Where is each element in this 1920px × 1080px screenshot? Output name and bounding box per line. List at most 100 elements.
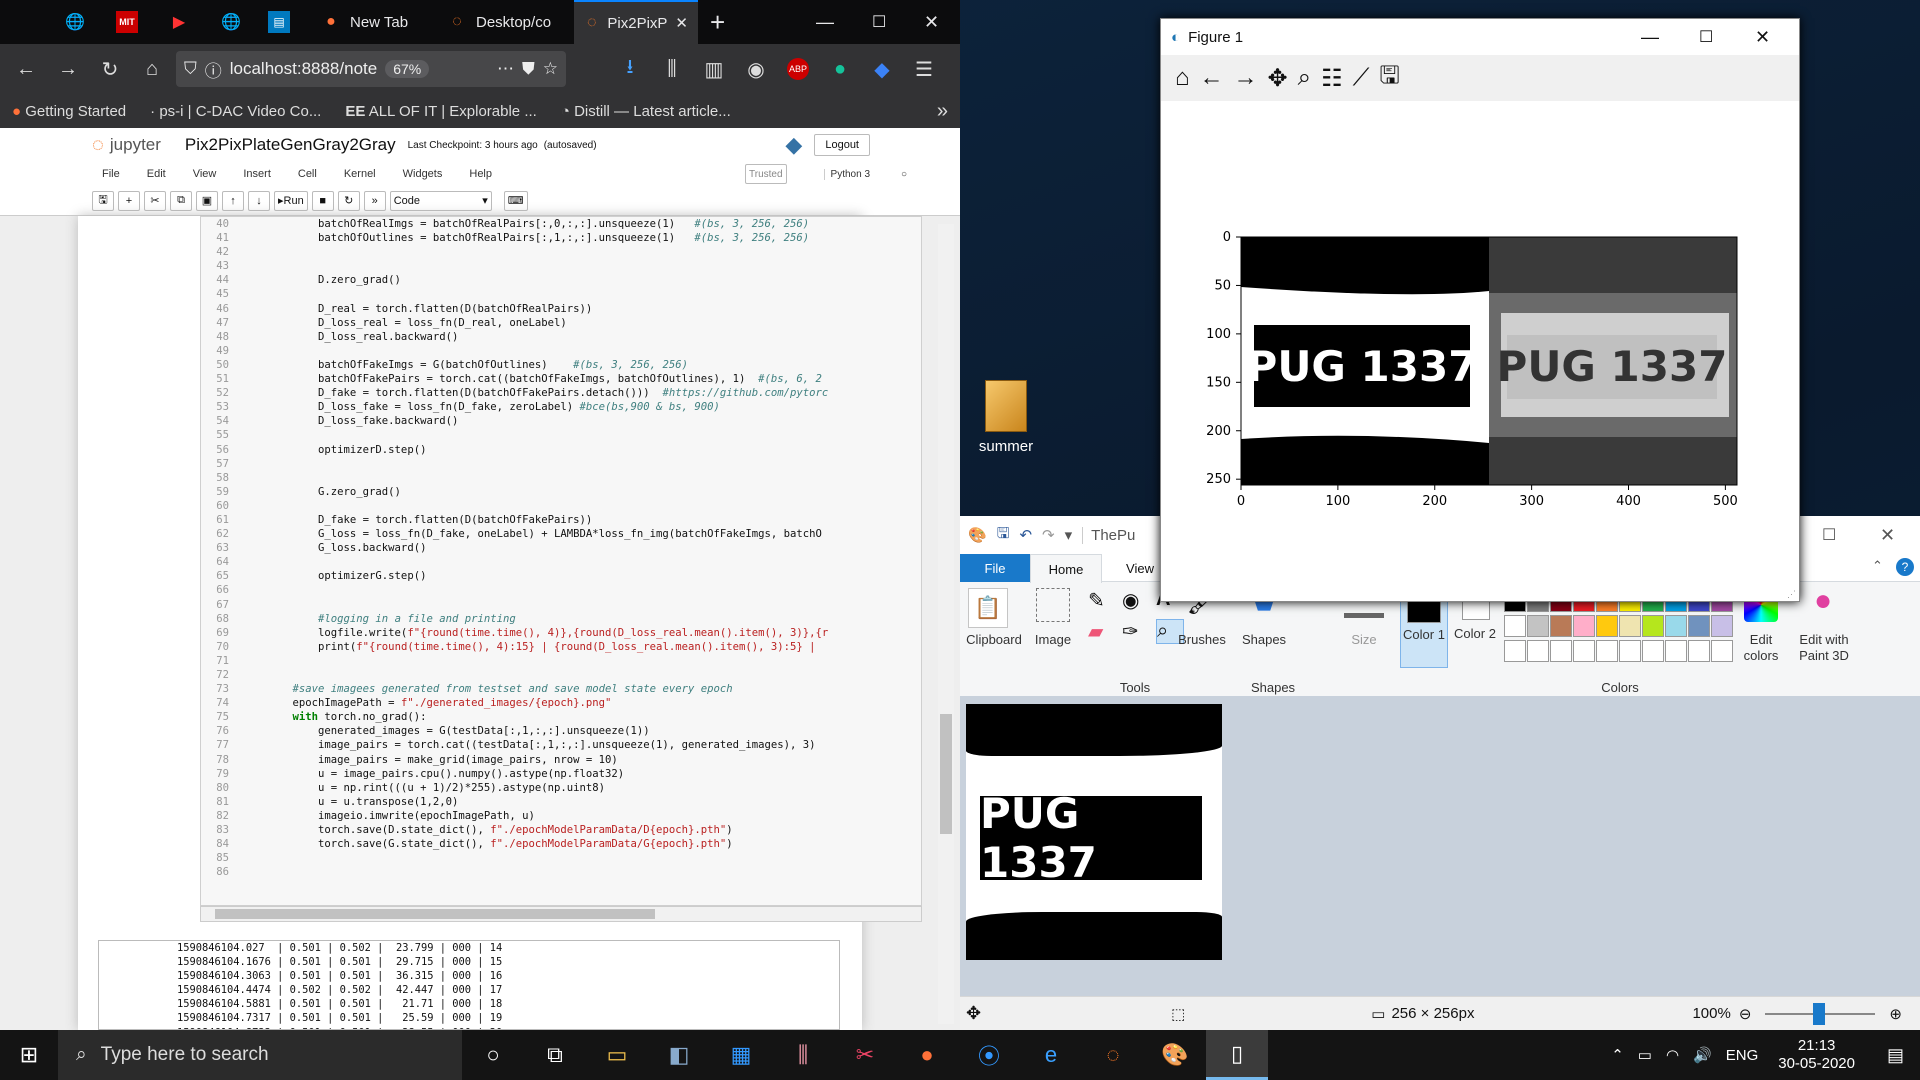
palette-swatch[interactable] xyxy=(1642,615,1664,637)
tab-desktop[interactable]: ◌ Desktop/co xyxy=(436,0,572,44)
palette-swatch-empty[interactable] xyxy=(1619,640,1641,662)
pencil-icon[interactable]: ✎ xyxy=(1088,588,1116,613)
zoom-slider[interactable] xyxy=(1765,1002,1876,1025)
battery-icon[interactable]: ▭ xyxy=(1638,1046,1652,1064)
move-down-icon[interactable]: ↓ xyxy=(248,190,270,211)
notifications-icon[interactable]: ▤ xyxy=(1887,1045,1904,1066)
save-icon[interactable]: 🖫 xyxy=(997,523,1010,548)
cut-icon[interactable]: ✂ xyxy=(144,190,166,211)
palette-swatch-empty[interactable] xyxy=(1527,640,1549,662)
file-explorer-icon[interactable]: ▭ xyxy=(586,1030,648,1080)
close-window-button[interactable]: ✕ xyxy=(1755,27,1770,48)
back-icon[interactable]: ← xyxy=(1200,64,1224,92)
maximize-button[interactable]: ☐ xyxy=(1822,525,1836,545)
paint3d-icon[interactable]: ● xyxy=(1806,584,1840,624)
volume-icon[interactable]: 🔊 xyxy=(1693,1046,1712,1064)
forward-icon[interactable]: → xyxy=(1234,64,1258,92)
url-bar[interactable]: ⛉ ⓘ localhost:8888/note 67% ⋯ ⛊ ☆ xyxy=(176,51,566,87)
close-tab-icon[interactable]: ✕ xyxy=(675,14,688,32)
keyboard-icon[interactable]: ⌨ xyxy=(503,190,528,211)
task-view-icon[interactable]: ⧉ xyxy=(524,1030,586,1080)
resize-grip-icon[interactable]: ⋰ xyxy=(1787,589,1797,599)
palette-swatch[interactable] xyxy=(1665,615,1687,637)
scrollbar-thumb[interactable] xyxy=(940,714,952,834)
notepad-icon[interactable]: ▯ xyxy=(1206,1030,1268,1080)
paint-taskbar-icon[interactable]: 🎨 xyxy=(1144,1030,1206,1080)
stop-icon[interactable]: ■ xyxy=(311,190,334,211)
bookmark-item[interactable]: · ps-i | C-DAC Video Co... xyxy=(150,103,321,120)
page-scrollbar[interactable] xyxy=(938,224,954,1024)
tab-pinned-3[interactable]: ▶ xyxy=(156,0,202,44)
tab-home[interactable]: Home xyxy=(1030,554,1102,583)
clipboard-icon[interactable]: 📋 xyxy=(968,588,1008,628)
close-window-button[interactable]: ✕ xyxy=(1880,525,1895,546)
home-icon[interactable]: ⌂ xyxy=(134,51,170,87)
library-icon[interactable]: ⫼ xyxy=(654,51,690,87)
menu-insert[interactable]: Insert xyxy=(243,168,271,180)
maximize-button[interactable]: ☐ xyxy=(1699,27,1713,47)
maximize-button[interactable]: ☐ xyxy=(862,0,896,44)
menu-widgets[interactable]: Widgets xyxy=(403,168,443,180)
app-icon[interactable]: ▦ xyxy=(710,1030,772,1080)
tab-pix2pix[interactable]: ◌ Pix2PixP ✕ xyxy=(574,0,698,44)
account-icon[interactable]: ◉ xyxy=(738,51,774,87)
pan-icon[interactable]: ✥ xyxy=(1268,64,1288,93)
grammarly-icon[interactable]: ● xyxy=(822,51,858,87)
palette-swatch[interactable] xyxy=(1573,615,1595,637)
palette-swatch-empty[interactable] xyxy=(1573,640,1595,662)
menu-view[interactable]: View xyxy=(193,168,217,180)
color-picker-icon[interactable]: ✑ xyxy=(1122,619,1150,644)
tab-new-tab[interactable]: ● New Tab xyxy=(310,0,434,44)
restart-icon[interactable]: ↻ xyxy=(337,190,360,211)
zoom-in-icon[interactable]: ⊕ xyxy=(1889,1005,1902,1023)
new-tab-button[interactable]: + xyxy=(700,0,735,44)
palette-swatch[interactable] xyxy=(1504,615,1526,637)
cell-type-select[interactable]: Code ▾ xyxy=(389,190,492,211)
notebook-name[interactable]: Pix2PixPlateGenGray2Gray xyxy=(185,135,396,155)
zoom-badge[interactable]: 67% xyxy=(385,60,430,78)
palette-swatch[interactable] xyxy=(1619,615,1641,637)
palette-swatch[interactable] xyxy=(1688,615,1710,637)
palette-swatch[interactable] xyxy=(1711,615,1733,637)
bookmark-item[interactable]: ◔ Distill — Latest article... xyxy=(561,103,731,120)
firefox-taskbar-icon[interactable]: ● xyxy=(896,1030,958,1080)
palette-swatch-empty[interactable] xyxy=(1596,640,1618,662)
download-icon[interactable]: ⭳ xyxy=(612,51,648,87)
palette-swatch[interactable] xyxy=(1527,615,1549,637)
desktop-icon-summer[interactable]: summer xyxy=(966,380,1046,455)
tab-file[interactable]: File xyxy=(960,554,1030,582)
eraser-icon[interactable]: ▰ xyxy=(1088,619,1116,644)
scrollbar-thumb[interactable] xyxy=(215,909,655,919)
chevron-right-icon[interactable]: » xyxy=(937,100,948,123)
move-up-icon[interactable]: ↑ xyxy=(222,190,244,211)
palette-swatch-empty[interactable] xyxy=(1504,640,1526,662)
menu-file[interactable]: File xyxy=(102,168,120,180)
cortana-icon[interactable]: ○ xyxy=(462,1030,524,1080)
back-icon[interactable]: ← xyxy=(8,51,44,87)
edge-icon[interactable]: e xyxy=(1020,1030,1082,1080)
star-icon[interactable]: ☆ xyxy=(543,59,558,79)
horizontal-scrollbar[interactable] xyxy=(200,906,922,922)
palette-swatch-empty[interactable] xyxy=(1665,640,1687,662)
reload-icon[interactable]: ↻ xyxy=(92,51,128,87)
adblock-icon[interactable]: ABP xyxy=(780,51,816,87)
tray-chevron-icon[interactable]: ⌃ xyxy=(1611,1046,1624,1064)
snip-icon[interactable]: ✂ xyxy=(834,1030,896,1080)
start-button[interactable]: ⊞ xyxy=(0,1030,58,1080)
save-icon[interactable]: 🖫 xyxy=(92,190,114,211)
menu-edit[interactable]: Edit xyxy=(147,168,166,180)
library-app-icon[interactable]: ⫼ xyxy=(772,1030,834,1080)
run-button[interactable]: ▸ Run xyxy=(274,190,308,211)
app-icon[interactable]: ◧ xyxy=(648,1030,710,1080)
zoom-slider-thumb[interactable] xyxy=(1813,1002,1826,1025)
minimize-button[interactable]: — xyxy=(1641,27,1659,48)
palette-swatch-empty[interactable] xyxy=(1550,640,1572,662)
jupyter-taskbar-icon[interactable]: ◌ xyxy=(1082,1030,1144,1080)
qat-dropdown-icon[interactable]: ▾ xyxy=(1065,526,1073,544)
more-icon[interactable]: ⋯ xyxy=(497,59,514,79)
clock[interactable]: 21:13 30-05-2020 xyxy=(1778,1037,1855,1073)
bookmark-item[interactable]: EE ALL OF IT | Explorable ... xyxy=(345,103,537,120)
add-cell-icon[interactable]: + xyxy=(118,190,140,211)
palette-swatch[interactable] xyxy=(1550,615,1572,637)
tab-pinned-5[interactable]: ▤ xyxy=(256,0,302,44)
